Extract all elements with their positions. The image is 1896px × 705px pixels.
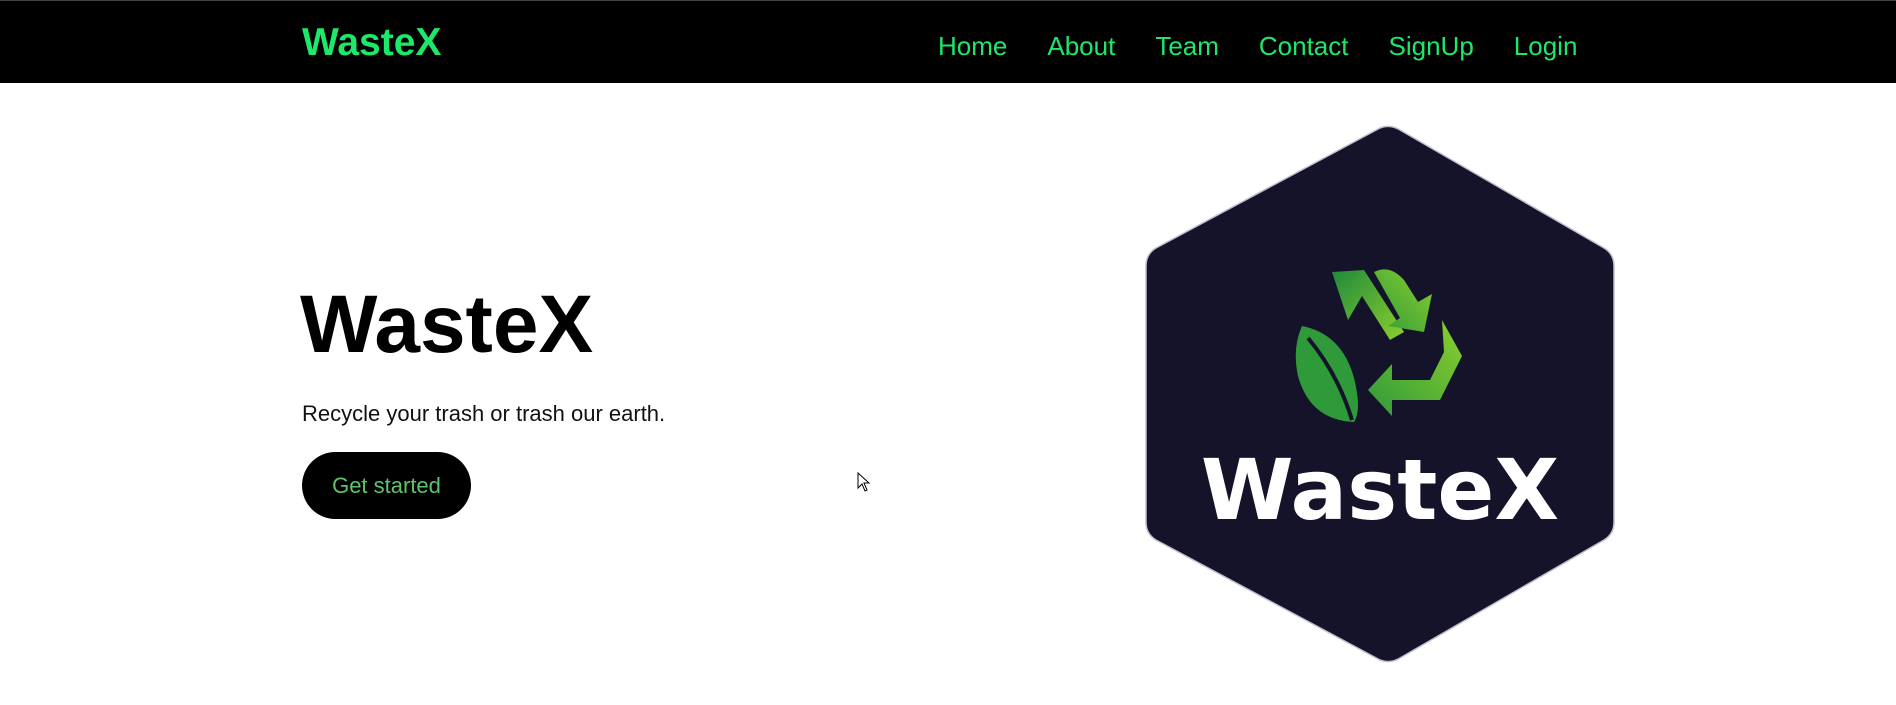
nav-link-home[interactable]: Home — [938, 33, 1007, 59]
nav-link-login[interactable]: Login — [1514, 33, 1578, 59]
hero-tagline: Recycle your trash or trash our earth. — [302, 401, 666, 426]
get-started-button[interactable]: Get started — [302, 452, 471, 519]
nav-link-contact[interactable]: Contact — [1259, 33, 1349, 59]
mouse-cursor-icon — [857, 472, 871, 492]
brand-logo-link[interactable]: WasteX — [302, 23, 441, 62]
nav-link-team[interactable]: Team — [1155, 33, 1219, 59]
wastex-logo-image: WasteX — [1145, 125, 1615, 663]
nav-link-signup[interactable]: SignUp — [1389, 33, 1474, 59]
logo-wordmark: WasteX — [1201, 441, 1559, 539]
nav-links: Home About Team Contact SignUp Login — [938, 33, 1617, 59]
hero-title: WasteX — [300, 279, 594, 370]
top-navbar: WasteX Home About Team Contact SignUp Lo… — [0, 0, 1896, 83]
nav-link-about[interactable]: About — [1047, 33, 1115, 59]
